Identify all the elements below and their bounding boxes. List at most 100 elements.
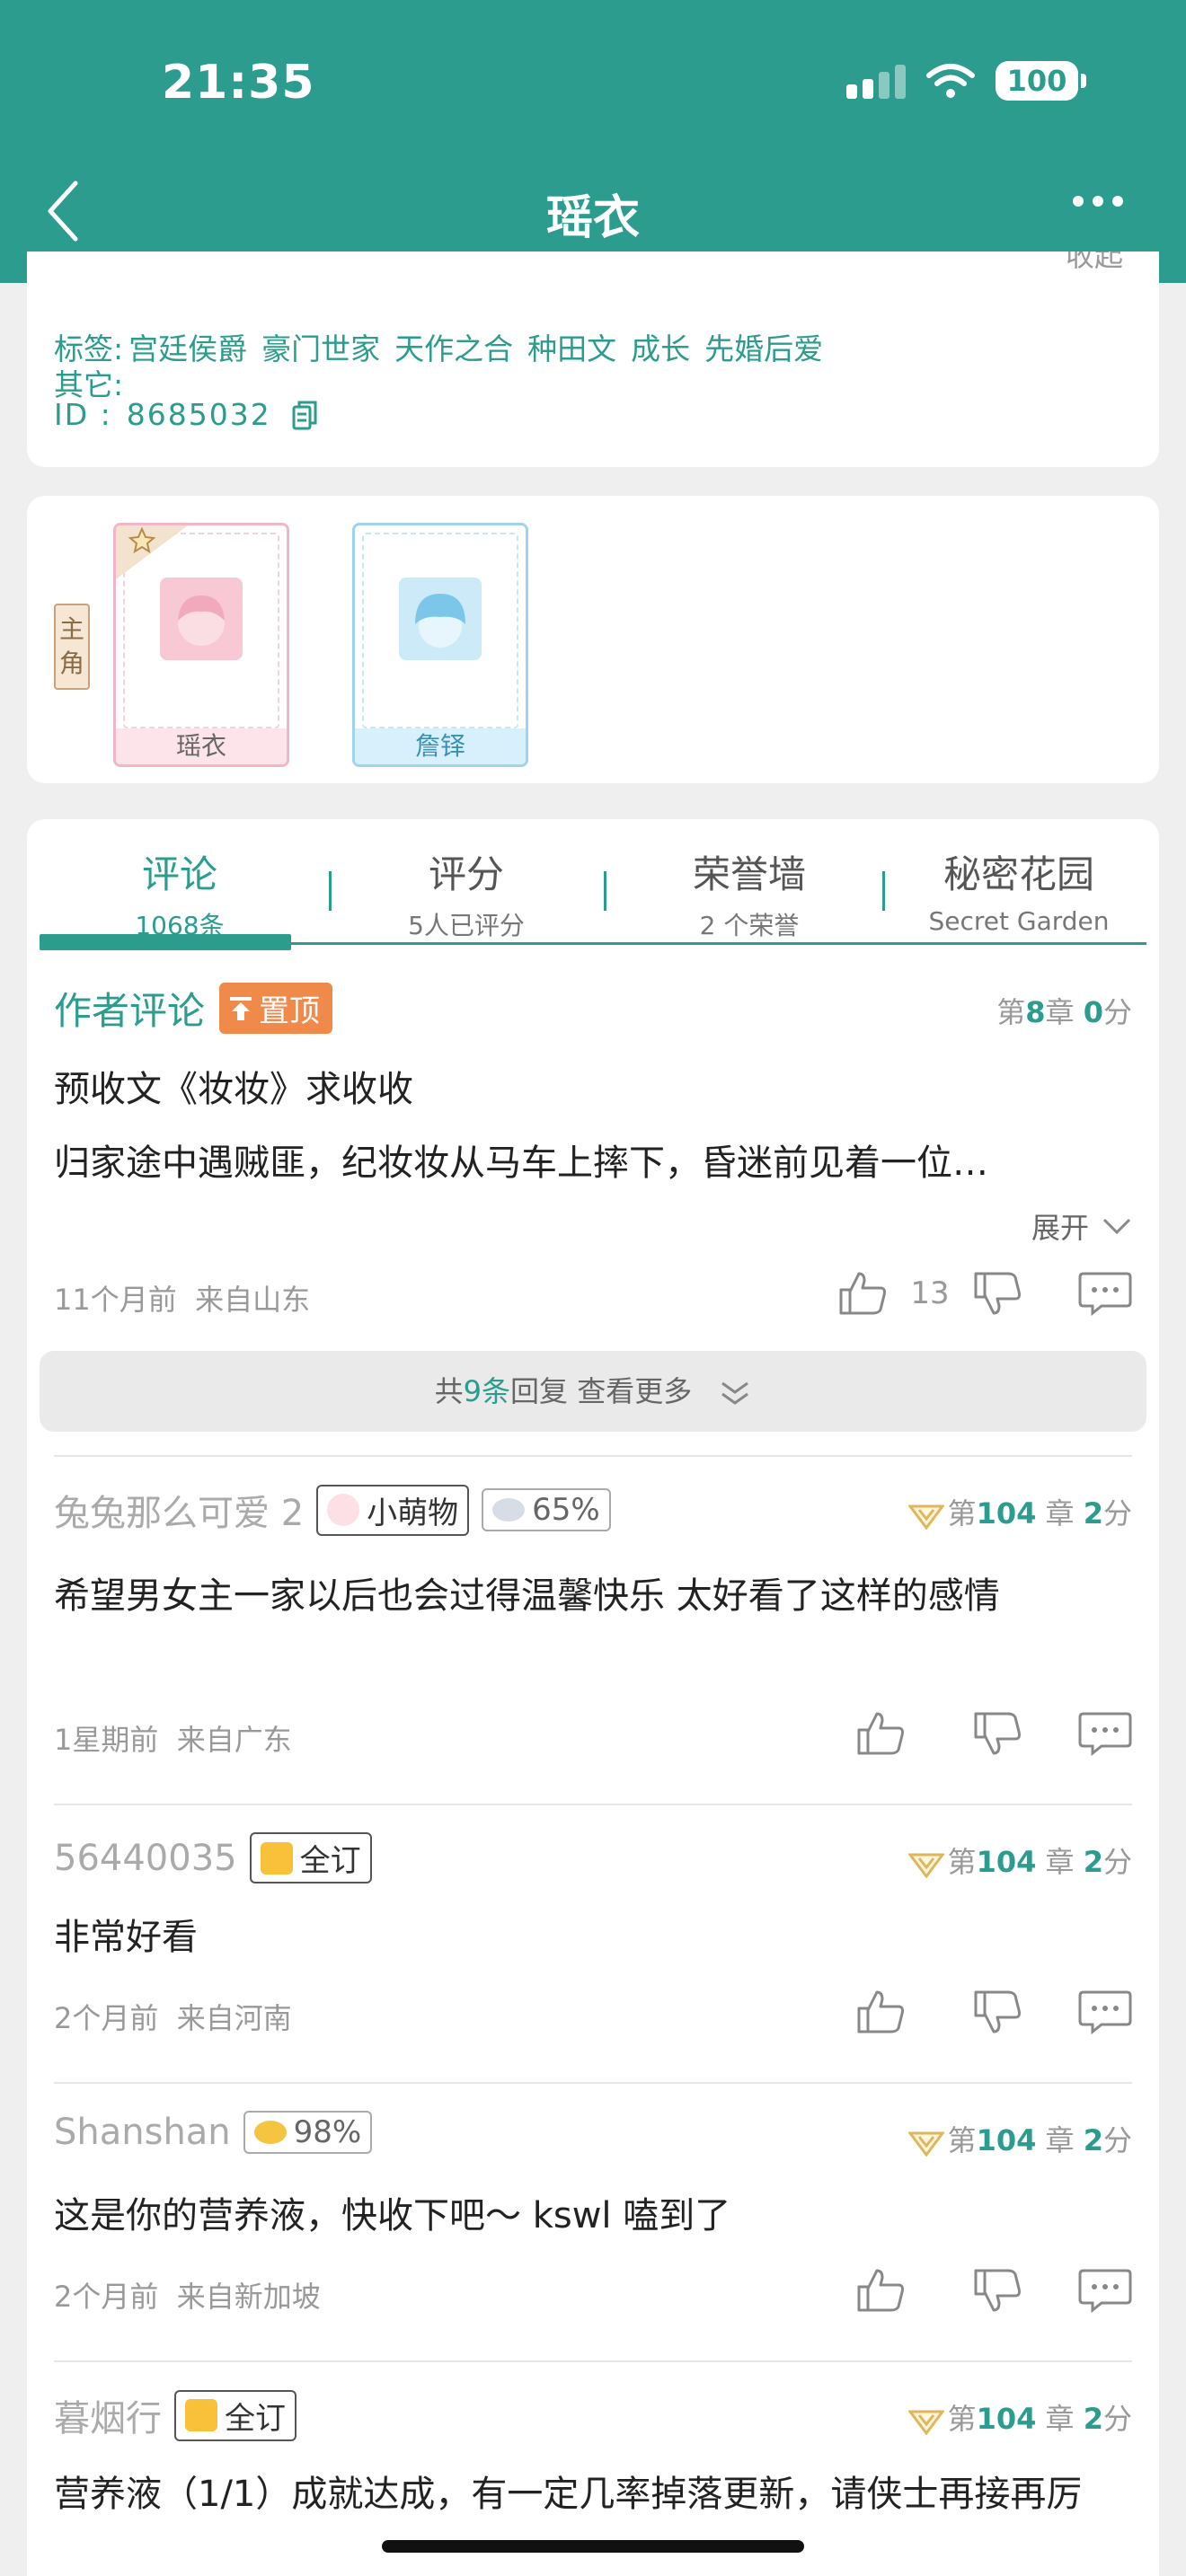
pinned-comment-header: 作者评论 置顶 [54,981,333,1036]
character-card-heroine[interactable]: 瑶衣 [113,523,289,767]
view-more-replies-button[interactable]: 共9条回复 查看更多 [40,1351,1146,1432]
characters-card: 主 角 瑶衣 詹铎 [27,496,1159,783]
lead-role-tag: 主 角 [54,604,90,690]
expand-button[interactable]: 展开 [1031,1205,1132,1247]
comment-actions [854,1987,1132,2037]
tab-comments[interactable]: 评论 1068条 [54,844,305,942]
user-badge: 98% [243,2111,373,2154]
comment-bubble-icon [1078,2269,1132,2314]
tab-subtitle: Secret Garden [928,906,1110,936]
username[interactable]: 兔兔那么可爱 2 [54,1484,304,1536]
home-indicator[interactable] [382,2540,804,2553]
pin-top-icon [230,996,252,1020]
comment-location: 来自山东 [195,1283,311,1317]
tag[interactable]: 天作之合 [394,325,513,368]
dislike-button[interactable] [970,2265,1024,2316]
comment-header: 56440035 全订 [54,1832,372,1883]
like-button[interactable] [854,1987,907,2037]
like-count: 13 [910,1275,950,1311]
character-name: 詹铎 [355,728,526,764]
pinned-comment-body: 归家途中遇贼匪，纪妆妆从马车上摔下，昏迷前见着一位… [54,1142,988,1184]
comment-header: 暮烟行 全订 [54,2389,296,2441]
like-button[interactable] [854,2265,907,2316]
dislike-button[interactable] [970,1268,1024,1319]
tab-separator [604,871,606,911]
user-badge: 全订 [249,1832,372,1883]
expand-label: 展开 [1031,1211,1089,1245]
thumbs-up-icon [857,1990,904,2033]
pinned-badge-label: 置顶 [259,993,321,1029]
user-badge: 全订 [174,2389,296,2441]
avatar-placeholder-icon [160,578,243,660]
character-card-hero[interactable]: 詹铎 [352,523,528,767]
username[interactable]: 暮烟行 [54,2389,162,2441]
tag[interactable]: 先婚后爱 [704,325,823,368]
comment-header: Shanshan 98% [54,2111,373,2154]
chapter-score: 第104 章 2分 [907,1491,1132,1532]
thumbs-up-icon [857,1712,904,1755]
wifi-icon [926,64,975,98]
status-icons: 100 [846,61,1086,101]
chevron-down-icon [1102,1218,1131,1235]
username[interactable]: 56440035 [54,1838,237,1879]
like-button[interactable] [854,1708,907,1759]
dislike-button[interactable] [970,1987,1024,2037]
user-badge: 65% [482,1488,611,1531]
thumbs-up-icon [839,1272,886,1315]
double-chevron-down-icon [721,1381,749,1405]
avatar-placeholder-icon [399,578,482,660]
vip-icon [907,2410,944,2435]
divider [54,2360,1132,2362]
divider [54,1455,1132,1457]
comment-bubble-icon [1078,1272,1132,1317]
comment-bubble-icon [1078,1990,1132,2035]
comment-actions [854,2265,1132,2316]
novel-info-card: 收起 标签: 宫廷侯爵 豪门世家 天作之合 种田文 成长 先婚后爱 其它: ID… [27,251,1159,467]
tab-title: 秘密花园 [943,852,1094,896]
vip-icon [907,2131,944,2157]
tab-separator [329,871,332,911]
divider [54,1804,1132,1805]
chapter-score: 第104 章 2分 [907,1839,1132,1881]
active-tab-indicator [40,934,291,950]
silver-ingot-icon [492,1498,526,1522]
character-name: 瑶衣 [116,728,287,764]
collapse-link[interactable]: 收起 [1066,251,1123,273]
comment-text: 希望男女主一家以后也会过得温馨快乐 太好看了这样的感情 [54,1575,1000,1617]
tab-title: 荣誉墙 [692,852,806,896]
tag[interactable]: 豪门世家 [261,325,380,368]
reply-button[interactable] [1078,1987,1132,2037]
tab-separator [882,871,885,911]
reply-button[interactable] [1078,1268,1132,1319]
dislike-button[interactable] [970,1708,1024,1759]
section-tabs: 评论 1068条 评分 5人已评分 荣誉墙 2 个荣誉 秘密花园 Secret … [40,828,1146,945]
like-button[interactable] [836,1268,890,1319]
battery-icon: 100 [996,61,1086,101]
lead-tag-char: 角 [58,648,84,678]
tab-honor-wall[interactable]: 荣誉墙 2 个荣誉 [619,844,880,942]
comment-meta: 2个月前 来自河南 [54,2001,292,2035]
bookmark-icon [260,1841,293,1875]
copy-icon[interactable] [291,400,318,430]
reply-button[interactable] [1078,1708,1132,1759]
tab-secret-garden[interactable]: 秘密花园 Secret Garden [893,844,1145,936]
comment-meta: 1星期前 来自广东 [54,1723,292,1757]
reply-button[interactable] [1078,2265,1132,2316]
tab-title: 评论 [141,852,217,896]
thumbs-down-icon [974,2269,1021,2312]
tab-ratings[interactable]: 评分 5人已评分 [345,844,588,942]
tag[interactable]: 种田文 [527,325,616,368]
vip-icon [907,1504,944,1530]
more-menu-button[interactable] [1073,196,1123,207]
vip-icon [907,1853,944,1878]
tab-title: 评分 [428,852,504,896]
status-time: 21:35 [162,56,315,110]
comment-text: 营养液（1/1）成就达成，有一定几率掉落更新，请侠士再接再厉 [54,2474,1083,2515]
signal-icon [846,63,906,99]
tag[interactable]: 成长 [631,325,690,368]
username[interactable]: Shanshan [54,2112,231,2153]
comment-time: 11个月前 [54,1283,177,1317]
comment-text: 这是你的营养液，快收下吧～ kswl 嗑到了 [54,2195,731,2236]
tag[interactable]: 宫廷侯爵 [128,325,247,368]
comment-bubble-icon [1078,1712,1132,1757]
